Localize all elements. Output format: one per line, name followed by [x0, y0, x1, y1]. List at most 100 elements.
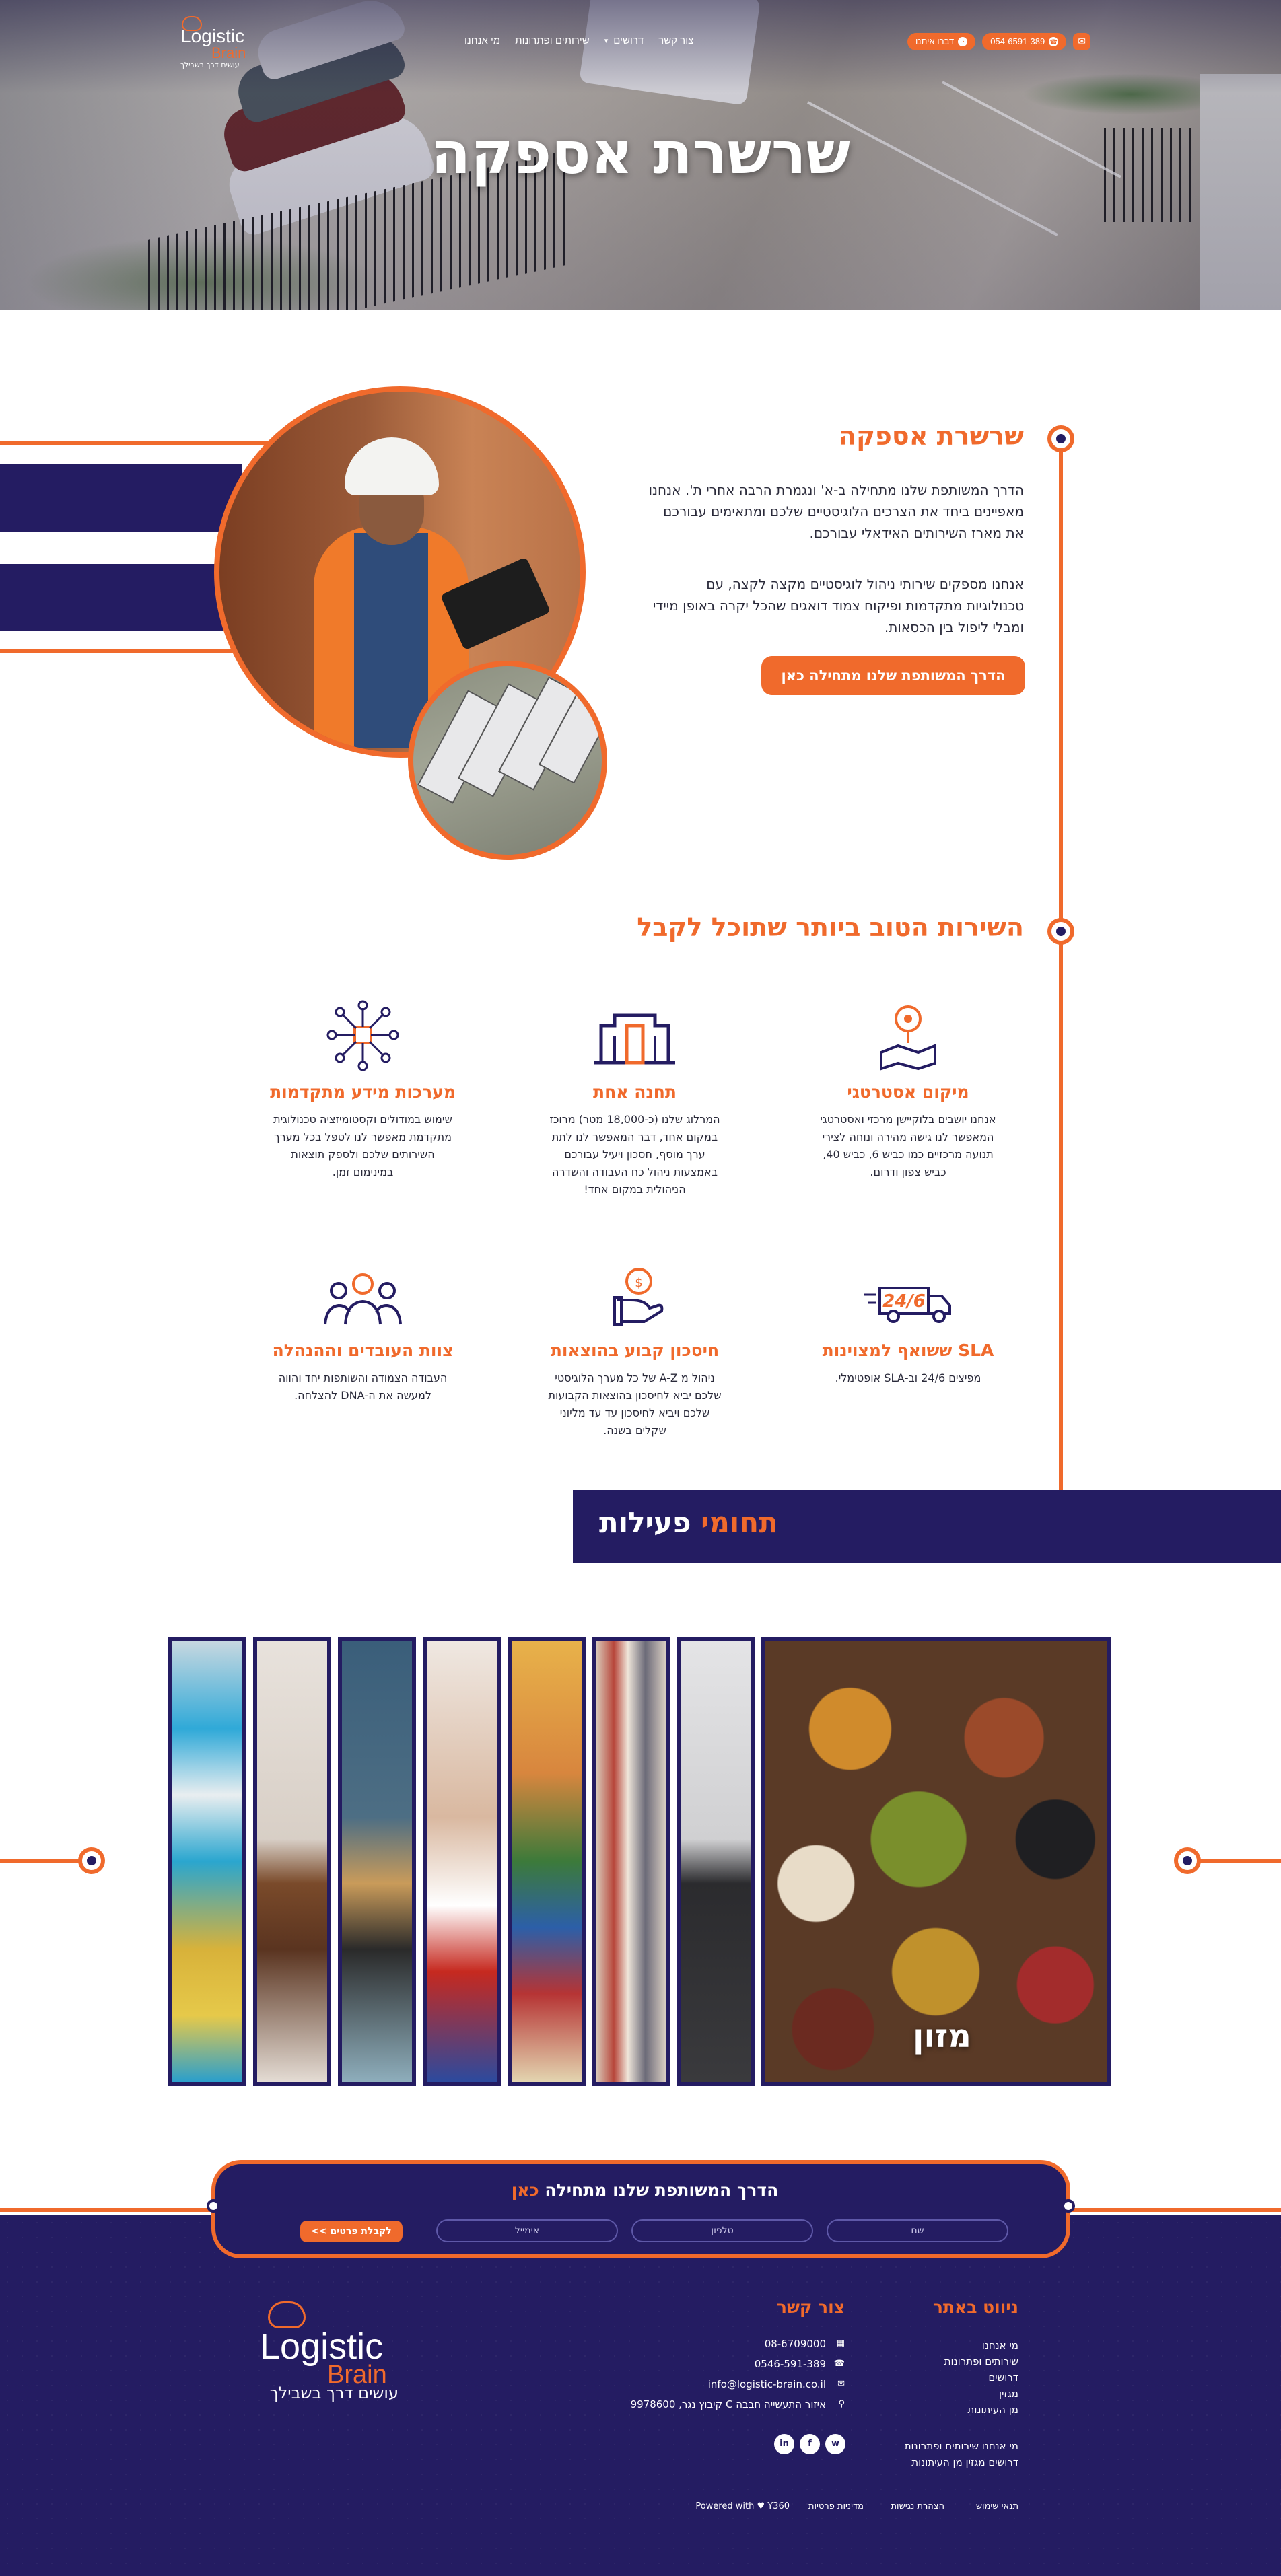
about-title: שרשרת אספקה	[838, 421, 1024, 451]
svg-text:$: $	[635, 1276, 642, 1290]
gallery-panel-toys[interactable]	[508, 1637, 586, 2086]
phone-input[interactable]: טלפון	[631, 2219, 813, 2242]
footer-link-jobs[interactable]: דרושים	[988, 2371, 1018, 2384]
service-card-sla: 24/6 SLA ששואף למצוינות מפיצים 24/6 וב-S…	[804, 1257, 1012, 1387]
trucks-photo	[408, 661, 607, 860]
service-card-systems: מערכות מידע מתקדמות שימוש במודולים וקסטו…	[258, 999, 467, 1181]
submit-button[interactable]: לקבלת פרטים >>	[300, 2221, 403, 2242]
service-text: שימוש במודולים וקסטומיזציה טכנולוגית מתק…	[273, 1113, 452, 1178]
nav-link-jobs[interactable]: דרושים	[613, 35, 644, 46]
chevron-down-icon[interactable]: ▾	[604, 36, 609, 45]
gallery-label: מזון	[913, 2017, 971, 2055]
delivery-truck-24-6-icon: 24/6	[864, 1287, 951, 1323]
service-title: SLA ששואף למצוינות	[822, 1340, 994, 1360]
email-input[interactable]: אימייל	[436, 2219, 618, 2242]
footer-email[interactable]: ✉ info@logistic-brain.co.il	[708, 2378, 845, 2390]
phone-button[interactable]: ☎ 054-6591-389	[982, 33, 1067, 50]
decor-stripe	[0, 464, 242, 532]
timeline-line	[1059, 437, 1063, 1529]
hero-title: שרשרת אספקה	[431, 120, 850, 187]
footer-link-terms[interactable]: תנאי שימוש	[976, 2501, 1018, 2511]
email-text: info@logistic-brain.co.il	[707, 2378, 826, 2390]
location-pin-icon: ⚲	[838, 2399, 845, 2409]
footer-link-about[interactable]: מי אנחנו	[982, 2339, 1018, 2351]
timeline-dot	[78, 1847, 105, 1874]
footer-links-inline[interactable]: דרושים מגזין מן העיתונות	[911, 2456, 1018, 2468]
phone-icon: ☎	[833, 2359, 845, 2369]
site-logo[interactable]: Logistic Brain עושים דרך בשבילך	[180, 16, 254, 69]
site-footer	[0, 2215, 1281, 2576]
whatsapp-icon[interactable]: w	[825, 2434, 845, 2454]
service-card-location: מיקום אסטרטגי אנחנו יושבים בלוקיישן מרכז…	[804, 999, 1012, 1181]
decor-line	[1066, 2208, 1281, 2212]
service-text: אנחנו יושבים בלוקיישן מרכזי ואסטרטגי המא…	[820, 1113, 996, 1178]
service-text: העבודה הצמודה והשותפות יחד והווה למעשה א…	[278, 1371, 448, 1402]
footer-link-privacy[interactable]: מדיניות פרטיות	[808, 2501, 864, 2511]
service-text: מפיצים 24/6 וב-SLA אופטימלי.	[835, 1371, 981, 1384]
nav-link-contact[interactable]: צור קשר	[658, 35, 693, 46]
service-title: מערכות מידע מתקדמות	[270, 1082, 456, 1102]
fields-title-word1: תחומי	[701, 1506, 778, 1539]
service-card-team: צוות העובדים וההנהלה העבודה הצמודה והשות…	[258, 1257, 467, 1404]
whatsapp-icon: ◔	[958, 37, 968, 46]
whatsapp-label: דברו איתנו	[915, 36, 955, 46]
footer-link-magazine[interactable]: מגזין	[999, 2388, 1018, 2400]
mail-icon[interactable]: ✉	[1073, 33, 1091, 50]
warehouse-icon	[594, 1013, 675, 1065]
service-title: תחנה אחת	[593, 1082, 677, 1102]
name-input[interactable]: שם	[827, 2219, 1008, 2242]
gallery-panel-fashion[interactable]	[592, 1637, 670, 2086]
gallery-panel-appliances[interactable]	[677, 1637, 755, 2086]
footer-nav-title: ניווט באתר	[932, 2297, 1018, 2317]
services-title: השירות הטוב ביותר שתוכל לקבל	[637, 913, 1024, 942]
whatsapp-button[interactable]: ◔ דברו איתנו	[907, 33, 976, 50]
service-text: ניהול מ A-Z של כל מערך הלוגיסטי שלכם יבי…	[548, 1371, 722, 1437]
footer-link-accessibility[interactable]: הצהרת נגישות	[891, 2501, 944, 2511]
footer-fax[interactable]: ▦ 08-6709000	[765, 2338, 845, 2350]
footer-address: ⚲ איזור התעשייה חבבה C קיבוץ נגר, 997860…	[631, 2398, 845, 2410]
address-text: איזור התעשייה חבבה C קיבוץ נגר, 9978600	[630, 2398, 826, 2410]
logo-tagline: עושים דרך בשבילך	[180, 61, 240, 69]
fax-icon: ▦	[836, 2338, 845, 2349]
footer-link-press[interactable]: מן העיתונות	[968, 2404, 1018, 2416]
fields-title-word2: פעילות	[599, 1506, 691, 1539]
service-title: צוות העובדים וההנהלה	[272, 1340, 454, 1360]
truck-badge-text: 24/6	[882, 1291, 926, 1312]
cta-dot	[1062, 2199, 1075, 2213]
mail-icon: ✉	[837, 2379, 845, 2389]
cta-title-text: הדרך המשותפת שלנו מתחילה	[545, 2180, 779, 2200]
decor-line	[0, 2208, 215, 2212]
gallery-panel-furniture[interactable]	[253, 1637, 331, 2086]
service-title: חיסכון קבוע בהוצאות	[550, 1340, 720, 1360]
footer-phone[interactable]: ☎ 0546-591-389	[755, 2358, 845, 2370]
decor-line	[0, 1859, 81, 1863]
footer-powered-by[interactable]: Powered with ♥ Y360	[695, 2501, 790, 2511]
footer-logo-tagline: עושים דרך בשבילך	[269, 2384, 399, 2402]
service-text: המרלוג שלנו (כ-18,000 מטר) מרוכז במקום א…	[549, 1113, 720, 1196]
gallery-panel-textile[interactable]	[168, 1637, 246, 2086]
facebook-icon[interactable]: f	[800, 2434, 820, 2454]
about-paragraph-2: אנחנו מספקים שירותי ניהול לוגיסטיים מקצה…	[652, 576, 1024, 635]
about-cta-button[interactable]: הדרך המשותפת שלנו מתחילה כאן	[761, 656, 1025, 695]
footer-link-services[interactable]: שירותים ופתרונות	[944, 2355, 1018, 2367]
timeline-dot	[1047, 918, 1074, 945]
timeline-dot	[1047, 425, 1074, 452]
cta-title-highlight: כאן	[511, 2180, 539, 2200]
cta-title: הדרך המשותפת שלנו מתחילה כאן	[215, 2180, 1074, 2200]
nav-link-about[interactable]: מי אנחנו	[464, 35, 500, 46]
location-map-icon	[880, 1005, 936, 1071]
worker-shirt	[354, 533, 428, 748]
linkedin-icon[interactable]: in	[774, 2434, 794, 2454]
team-people-icon	[324, 1273, 402, 1325]
logo-word-brain: Brain	[211, 44, 246, 61]
cta-dot	[207, 2199, 220, 2213]
gallery-panel-kitchen[interactable]	[423, 1637, 501, 2086]
footer-links-inline[interactable]: מי אנחנו שירותים ופתרונות	[905, 2440, 1018, 2452]
network-box-icon	[326, 1000, 399, 1071]
gallery-panel-cosmetics[interactable]	[338, 1637, 416, 2086]
cta-form-bar: הדרך המשותפת שלנו מתחילה כאן שם טלפון אי…	[207, 2160, 1075, 2258]
nav-link-services[interactable]: שירותים ופתרונות	[515, 35, 589, 46]
header-contacts: ✉ ☎ 054-6591-389 ◔ דברו איתנו	[907, 33, 1091, 50]
gallery-panel-food[interactable]: מזון	[761, 1637, 1111, 2086]
phone-icon: ☎	[1049, 37, 1059, 46]
